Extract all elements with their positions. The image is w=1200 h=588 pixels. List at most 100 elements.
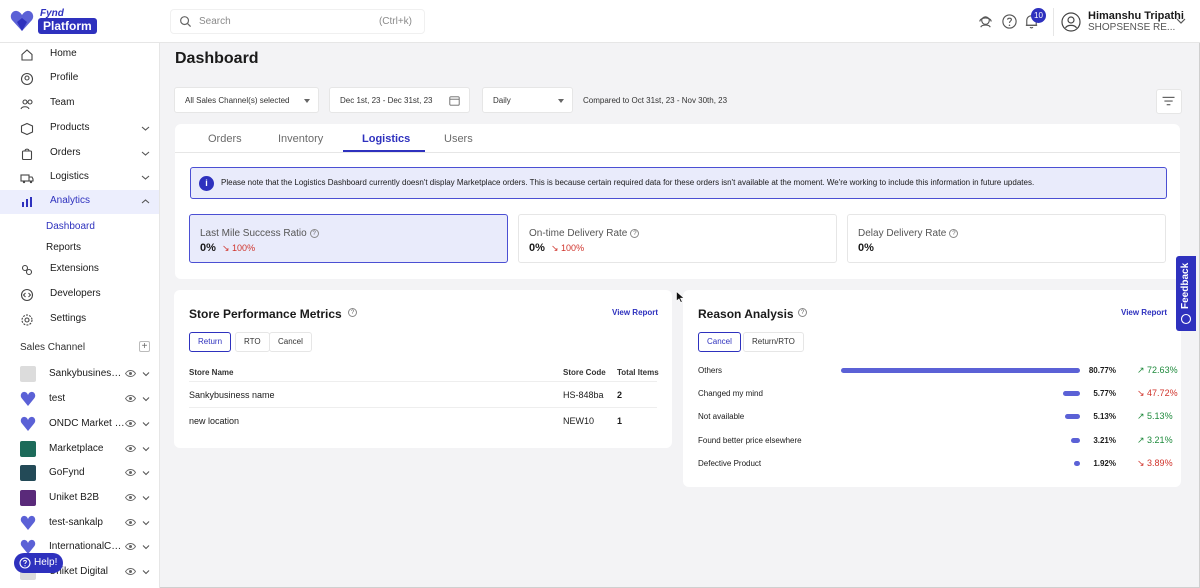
store-name-cell: Sankybusiness name bbox=[189, 390, 275, 400]
chevron-down-icon[interactable] bbox=[1176, 17, 1186, 25]
help-icon[interactable]: ? bbox=[949, 229, 959, 238]
column-header: Store Code bbox=[563, 368, 606, 377]
pill-return[interactable]: Return bbox=[189, 332, 232, 352]
eye-icon[interactable] bbox=[125, 542, 136, 551]
chevron-down-icon[interactable] bbox=[142, 495, 150, 501]
channel-item[interactable]: test-sankalp bbox=[0, 512, 159, 534]
chevron-down-icon[interactable] bbox=[142, 371, 150, 377]
reason-percent: 5.13% bbox=[1093, 412, 1116, 421]
sidebar-item-label: Settings bbox=[50, 313, 87, 324]
user-name[interactable]: Himanshu Tripathi bbox=[1088, 10, 1184, 22]
trend-up-icon: ↗ bbox=[1137, 411, 1148, 421]
support-agent-icon[interactable] bbox=[977, 13, 994, 30]
sales-channel-select[interactable]: All Sales Channel(s) selected bbox=[174, 87, 319, 113]
tab-orders[interactable]: Orders bbox=[208, 133, 242, 145]
pill-rto[interactable]: RTO bbox=[235, 332, 270, 352]
chevron-down-icon[interactable] bbox=[142, 544, 150, 550]
sidebar-subitem-dashboard[interactable]: Dashboard bbox=[46, 221, 95, 232]
sidebar-item-label: Analytics bbox=[50, 195, 91, 206]
eye-icon[interactable] bbox=[125, 567, 136, 576]
sidebar-item-orders[interactable]: Orders bbox=[0, 142, 159, 166]
filter-button[interactable] bbox=[1156, 89, 1182, 114]
metric-card-delay[interactable]: Delay Delivery Rate? 0% bbox=[847, 214, 1166, 263]
chevron-down-icon[interactable] bbox=[142, 470, 150, 476]
chevron-down-icon[interactable] bbox=[142, 421, 150, 427]
eye-icon[interactable] bbox=[125, 468, 136, 477]
date-range-picker[interactable]: Dec 1st, 23 - Dec 31st, 23 bbox=[329, 87, 470, 113]
sidebar-item-logistics[interactable]: Logistics bbox=[0, 166, 159, 190]
channel-item[interactable]: test bbox=[0, 388, 159, 410]
granularity-select-value: Daily bbox=[493, 96, 511, 105]
metric-card-on-time[interactable]: On-time Delivery Rate? 0% ↘ 100% bbox=[518, 214, 837, 263]
reason-percent: 1.92% bbox=[1093, 459, 1116, 468]
metric-value: 0% bbox=[529, 242, 545, 254]
tab-logistics[interactable]: Logistics bbox=[362, 133, 410, 145]
chevron-down-icon[interactable] bbox=[142, 520, 150, 526]
chevron-down-icon[interactable] bbox=[142, 569, 150, 575]
channel-item[interactable]: Marketplace bbox=[0, 438, 159, 460]
sidebar-item-profile[interactable]: Profile bbox=[0, 67, 159, 91]
view-report-link[interactable]: View Report bbox=[1121, 308, 1167, 317]
sidebar-subitem-reports[interactable]: Reports bbox=[46, 242, 81, 253]
feedback-tab[interactable]: Feedback bbox=[1176, 256, 1196, 331]
metric-card-last-mile[interactable]: Last Mile Success Ratio? 0% ↘ 100% bbox=[189, 214, 508, 263]
reason-percent: 3.21% bbox=[1093, 436, 1116, 445]
search-placeholder: Search bbox=[199, 16, 231, 27]
user-avatar-icon[interactable] bbox=[1061, 12, 1081, 32]
channel-item[interactable]: Uniket B2B bbox=[0, 487, 159, 509]
channel-item[interactable]: GoFynd bbox=[0, 462, 159, 484]
reason-change: ↗ 72.63% bbox=[1137, 365, 1178, 376]
sidebar-item-home[interactable]: Home bbox=[0, 43, 159, 67]
search-input[interactable]: Search (Ctrl+k) bbox=[170, 9, 425, 34]
channel-label: InternationalCo... bbox=[49, 541, 125, 552]
eye-icon[interactable] bbox=[125, 493, 136, 502]
sidebar-item-extensions[interactable]: Extensions bbox=[0, 258, 159, 282]
tab-inventory[interactable]: Inventory bbox=[278, 133, 323, 145]
total-items-cell: 1 bbox=[617, 416, 623, 426]
chevron-down-icon[interactable] bbox=[142, 446, 150, 452]
sidebar-item-developers[interactable]: Developers bbox=[0, 283, 159, 307]
help-icon[interactable]: ? bbox=[798, 308, 807, 317]
metric-label: On-time Delivery Rate? bbox=[529, 228, 640, 239]
channel-label: Sankybusiness22 bbox=[49, 368, 125, 379]
eye-icon[interactable] bbox=[125, 518, 136, 527]
channel-item[interactable]: ONDC Market Pl... bbox=[0, 413, 159, 435]
fynd-platform-logo[interactable]: Fynd Platform bbox=[10, 8, 97, 34]
sidebar-item-team[interactable]: Team bbox=[0, 92, 159, 116]
eye-icon[interactable] bbox=[125, 444, 136, 453]
granularity-select[interactable]: Daily bbox=[482, 87, 573, 113]
reason-bar bbox=[841, 368, 1080, 373]
help-icon[interactable]: ? bbox=[630, 229, 640, 238]
view-report-link[interactable]: View Report bbox=[612, 308, 658, 317]
search-shortcut: (Ctrl+k) bbox=[378, 16, 412, 27]
pill-return-rto[interactable]: Return/RTO bbox=[743, 332, 804, 352]
active-tab-indicator bbox=[343, 150, 425, 152]
trend-down-icon: ↘ bbox=[1137, 458, 1148, 468]
column-header: Store Name bbox=[189, 368, 234, 377]
channel-item[interactable]: Sankybusiness22 bbox=[0, 363, 159, 385]
add-sales-channel-button[interactable]: + bbox=[139, 341, 150, 352]
tab-users[interactable]: Users bbox=[444, 133, 473, 145]
sidebar-item-label: Orders bbox=[50, 147, 81, 158]
search-icon bbox=[180, 16, 192, 28]
reason-change: ↗ 3.21% bbox=[1137, 435, 1173, 446]
eye-icon[interactable] bbox=[125, 369, 136, 378]
channel-label: test bbox=[49, 393, 66, 404]
row-divider bbox=[189, 381, 657, 382]
chevron-down-icon[interactable] bbox=[142, 396, 150, 402]
eye-icon[interactable] bbox=[125, 419, 136, 428]
sidebar: Home Profile Team Products Orders Logist… bbox=[0, 43, 160, 588]
help-icon[interactable]: ? bbox=[348, 308, 357, 317]
help-button[interactable]: Help! bbox=[14, 553, 63, 573]
reason-percent: 80.77% bbox=[1088, 366, 1116, 375]
sidebar-item-products[interactable]: Products bbox=[0, 117, 159, 141]
metric-value: 0% bbox=[200, 242, 216, 254]
pill-cancel[interactable]: Cancel bbox=[269, 332, 312, 352]
pill-cancel[interactable]: Cancel bbox=[698, 332, 741, 352]
section-title: Store Performance Metrics bbox=[189, 307, 342, 321]
eye-icon[interactable] bbox=[125, 394, 136, 403]
help-circle-icon[interactable] bbox=[1001, 13, 1018, 30]
help-icon[interactable]: ? bbox=[309, 229, 319, 238]
sidebar-item-analytics[interactable]: Analytics bbox=[0, 190, 159, 214]
sidebar-item-settings[interactable]: Settings bbox=[0, 308, 159, 332]
